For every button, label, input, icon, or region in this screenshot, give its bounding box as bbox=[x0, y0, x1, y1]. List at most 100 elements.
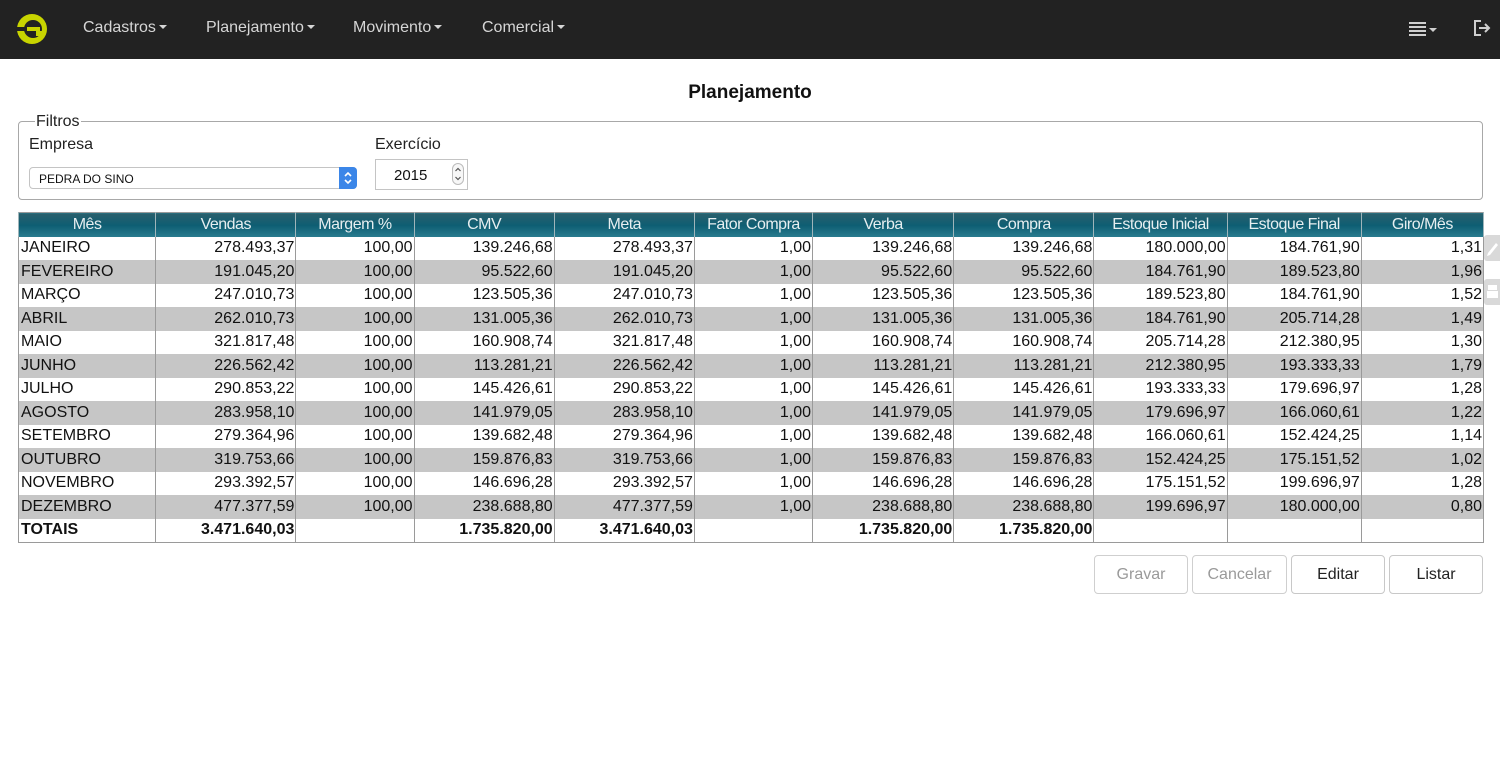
totals-cell: 1.735.820,00 bbox=[413, 518, 555, 542]
table-cell: 212.380,95 bbox=[1093, 354, 1228, 378]
table-cell: 100,00 bbox=[295, 448, 415, 472]
totals-row: TOTAIS 3.471.640,03 1.735.820,00 3.471.640,… bbox=[17, 518, 1485, 542]
list-menu-icon[interactable] bbox=[1408, 20, 1438, 38]
listar-button[interactable]: Listar bbox=[1389, 555, 1483, 594]
table-cell: 1,14 bbox=[1360, 424, 1485, 448]
table-cell: 477.377,59 bbox=[155, 495, 297, 519]
table-cell: 123.505,36 bbox=[812, 283, 955, 307]
table-cell: 191.045,20 bbox=[553, 260, 695, 284]
table-cell: 166.060,61 bbox=[1226, 401, 1362, 425]
month-cell: SETEMBRO bbox=[17, 424, 157, 448]
nav-item-planejamento[interactable]: Planejamento bbox=[206, 19, 315, 37]
nav-item-label: Cadastros bbox=[83, 19, 156, 36]
column-header[interactable]: Vendas bbox=[155, 212, 297, 237]
table-cell: 100,00 bbox=[295, 260, 415, 284]
table-cell: 278.493,37 bbox=[155, 236, 297, 260]
column-header[interactable]: Compra bbox=[953, 212, 1095, 237]
table-cell: 293.392,57 bbox=[155, 471, 297, 495]
table-row[interactable]: JULHO 290.853,22 100,00 145.426,61 290.853,2… bbox=[17, 377, 1485, 401]
table-cell: 189.523,80 bbox=[1093, 283, 1228, 307]
nav-item-label: Comercial bbox=[482, 19, 555, 36]
table-cell: 321.817,48 bbox=[553, 330, 695, 354]
table-row[interactable]: MAIO 321.817,48 100,00 160.908,74 321.817,48… bbox=[17, 330, 1485, 354]
table-cell: 139.682,48 bbox=[413, 424, 555, 448]
table-cell: 184.761,90 bbox=[1093, 307, 1228, 331]
logout-icon[interactable] bbox=[1472, 18, 1492, 38]
column-header[interactable]: Estoque Inicial bbox=[1093, 212, 1228, 237]
table-cell: 238.688,80 bbox=[812, 495, 955, 519]
table-row[interactable]: MARÇO 247.010,73 100,00 123.505,36 247.010,7… bbox=[17, 283, 1485, 307]
totals-cell: 1.735.820,00 bbox=[953, 518, 1095, 542]
column-header[interactable]: CMV bbox=[413, 212, 555, 237]
table-cell: 180.000,00 bbox=[1226, 495, 1362, 519]
table-row[interactable]: JANEIRO 278.493,37 100,00 139.246,68 278.493… bbox=[17, 236, 1485, 260]
table-row[interactable]: FEVEREIRO 191.045,20 100,00 95.522,60 191.04… bbox=[17, 260, 1485, 284]
table-cell: 1,00 bbox=[693, 236, 814, 260]
table-row[interactable]: DEZEMBRO 477.377,59 100,00 238.688,80 477.37… bbox=[17, 495, 1485, 519]
table-row[interactable]: SETEMBRO 279.364,96 100,00 139.682,48 279.36… bbox=[17, 424, 1485, 448]
table-cell: 1,00 bbox=[693, 377, 814, 401]
table-row[interactable]: JUNHO 226.562,42 100,00 113.281,21 226.562,4… bbox=[17, 354, 1485, 378]
table-cell: 199.696,97 bbox=[1093, 495, 1228, 519]
table-cell: 100,00 bbox=[295, 354, 415, 378]
table-cell: 152.424,25 bbox=[1093, 448, 1228, 472]
empresa-select[interactable]: PEDRA DO SINO bbox=[29, 167, 357, 189]
table-cell: 226.562,42 bbox=[155, 354, 297, 378]
totals-cell bbox=[295, 518, 415, 542]
table-cell: 160.908,74 bbox=[953, 330, 1095, 354]
table-row[interactable]: OUTUBRO 319.753,66 100,00 159.876,83 319.753… bbox=[17, 448, 1485, 472]
table-cell: 100,00 bbox=[295, 471, 415, 495]
exercicio-input[interactable]: 2015 bbox=[375, 159, 468, 190]
table-cell: 113.281,21 bbox=[413, 354, 555, 378]
table-cell: 184.761,90 bbox=[1093, 260, 1228, 284]
editar-button[interactable]: Editar bbox=[1291, 555, 1385, 594]
month-cell: MAIO bbox=[17, 330, 157, 354]
print-icon[interactable] bbox=[1484, 279, 1500, 305]
table-cell: 319.753,66 bbox=[553, 448, 695, 472]
table-row[interactable]: AGOSTO 283.958,10 100,00 141.979,05 283.958,… bbox=[17, 401, 1485, 425]
top-navbar: Cadastros Planejamento Movimento Comerci… bbox=[0, 0, 1500, 59]
table-row[interactable]: ABRIL 262.010,73 100,00 131.005,36 262.010,7… bbox=[17, 307, 1485, 331]
table-cell: 95.522,60 bbox=[812, 260, 955, 284]
nav-item-cadastros[interactable]: Cadastros bbox=[83, 19, 167, 37]
month-cell: FEVEREIRO bbox=[17, 260, 157, 284]
column-header[interactable]: Meta bbox=[553, 212, 695, 237]
table-row[interactable]: NOVEMBRO 293.392,57 100,00 146.696,28 293.39… bbox=[17, 471, 1485, 495]
caret-down-icon bbox=[158, 25, 167, 29]
table-cell: 131.005,36 bbox=[953, 307, 1095, 331]
table-cell: 139.246,68 bbox=[812, 236, 955, 260]
table-cell: 100,00 bbox=[295, 236, 415, 260]
table-cell: 159.876,83 bbox=[812, 448, 955, 472]
table-cell: 1,00 bbox=[693, 354, 814, 378]
table-cell: 100,00 bbox=[295, 283, 415, 307]
column-header[interactable]: Mês bbox=[17, 212, 157, 237]
table-cell: 123.505,36 bbox=[953, 283, 1095, 307]
gravar-button[interactable]: Gravar bbox=[1094, 555, 1188, 594]
table-cell: 1,79 bbox=[1360, 354, 1485, 378]
table-cell: 321.817,48 bbox=[155, 330, 297, 354]
nav-item-movimento[interactable]: Movimento bbox=[353, 19, 443, 37]
exercicio-value: 2015 bbox=[394, 167, 428, 184]
table-cell: 113.281,21 bbox=[953, 354, 1095, 378]
table-cell: 131.005,36 bbox=[413, 307, 555, 331]
table-cell: 152.424,25 bbox=[1226, 424, 1362, 448]
e-logo-icon[interactable] bbox=[16, 12, 48, 46]
table-cell: 95.522,60 bbox=[953, 260, 1095, 284]
table-cell: 1,00 bbox=[693, 424, 814, 448]
column-header[interactable]: Fator Compra bbox=[693, 212, 814, 237]
table-cell: 139.246,68 bbox=[413, 236, 555, 260]
column-header[interactable]: Estoque Final bbox=[1226, 212, 1362, 237]
table-cell: 319.753,66 bbox=[155, 448, 297, 472]
column-header[interactable]: Margem % bbox=[295, 212, 415, 237]
table-cell: 139.682,48 bbox=[812, 424, 955, 448]
table-cell: 205.714,28 bbox=[1226, 307, 1362, 331]
table-cell: 100,00 bbox=[295, 377, 415, 401]
column-header[interactable]: Giro/Mês bbox=[1360, 212, 1485, 237]
cancelar-button[interactable]: Cancelar bbox=[1192, 555, 1287, 594]
nav-item-comercial[interactable]: Comercial bbox=[482, 19, 566, 37]
table-cell: 184.761,90 bbox=[1226, 283, 1362, 307]
spinner-icon[interactable] bbox=[452, 163, 464, 185]
empresa-label: Empresa bbox=[29, 136, 94, 153]
pencil-icon[interactable] bbox=[1484, 235, 1500, 261]
column-header[interactable]: Verba bbox=[812, 212, 955, 237]
